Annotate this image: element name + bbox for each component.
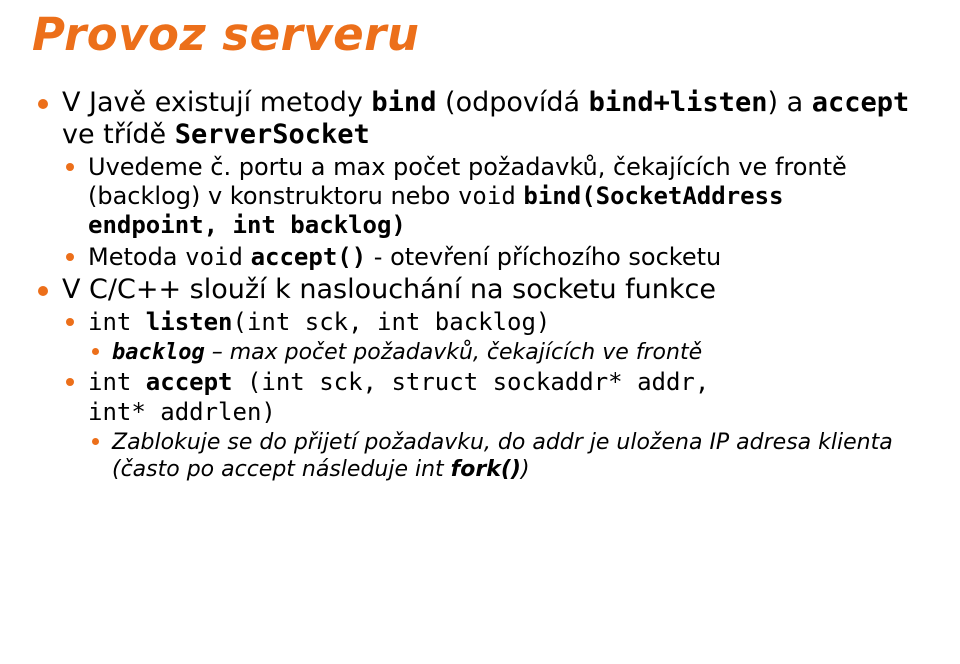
kw-listen: listen	[146, 308, 233, 336]
text: ve třídě	[62, 119, 175, 150]
signature-accept-line2: int* addrlen)	[88, 398, 276, 426]
sub-sub-list: backlog – max počet požadavků, čekajícíc…	[88, 339, 926, 367]
slide: Provoz serveru V Javě existují metody bi…	[0, 0, 960, 664]
slide-title: Provoz serveru	[32, 8, 926, 61]
text: – max počet požadavků, čekajících ve fro…	[205, 340, 702, 365]
kw-accept: accept	[146, 368, 233, 396]
kw-accept-call: accept()	[251, 243, 367, 271]
bullet-list: V Javě existují metody bind (odpovídá bi…	[34, 87, 926, 484]
bullet-2-2-1: Zablokuje se do přijetí požadavku, do ad…	[88, 429, 926, 484]
text: int	[88, 308, 146, 336]
text: ) a	[767, 87, 811, 118]
kw-bind: bind	[371, 87, 436, 118]
signature-accept-line1: int accept (int sck, struct sockaddr* ad…	[88, 368, 709, 396]
bullet-2: V C/C++ slouží k naslouchání na socketu …	[34, 274, 926, 484]
text: Metoda	[88, 243, 185, 271]
bullet-1-2: Metoda void accept() - otevření příchozí…	[62, 243, 926, 272]
bullet-1-1: Uvedeme č. portu a max počet požadavků, …	[62, 153, 926, 241]
signature-listen: int listen(int sck, int backlog)	[88, 308, 550, 336]
kw-bindlisten: bind+listen	[589, 87, 768, 118]
bullet-2-2: int accept (int sck, struct sockaddr* ad…	[62, 368, 926, 484]
kw-accept: accept	[812, 87, 910, 118]
bullet-2-1: int listen(int sck, int backlog) backlog…	[62, 308, 926, 367]
sub-sub-list: Zablokuje se do přijetí požadavku, do ad…	[88, 429, 926, 484]
text: V C/C++ slouží k naslouchání na socketu …	[62, 274, 716, 305]
text: (int sck, struct sockaddr* addr,	[233, 368, 710, 396]
text: )	[521, 457, 530, 482]
text: int	[88, 368, 146, 396]
text	[243, 243, 251, 271]
sub-list: Uvedeme č. portu a max počet požadavků, …	[62, 153, 926, 272]
text: V Javě existují metody	[62, 87, 371, 118]
text: (int sck, int backlog)	[233, 308, 551, 336]
kw-void: void	[185, 243, 243, 271]
text: (odpovídá	[436, 87, 588, 118]
text: - otevření příchozího socketu	[366, 243, 721, 271]
kw-fork: fork()	[451, 457, 521, 482]
bullet-2-1-1: backlog – max počet požadavků, čekajícíc…	[88, 339, 926, 367]
kw-backlog: backlog	[112, 340, 205, 365]
kw-void: void	[458, 182, 516, 210]
bullet-1: V Javě existují metody bind (odpovídá bi…	[34, 87, 926, 272]
kw-serversocket: ServerSocket	[175, 119, 370, 150]
sub-list: int listen(int sck, int backlog) backlog…	[62, 308, 926, 484]
